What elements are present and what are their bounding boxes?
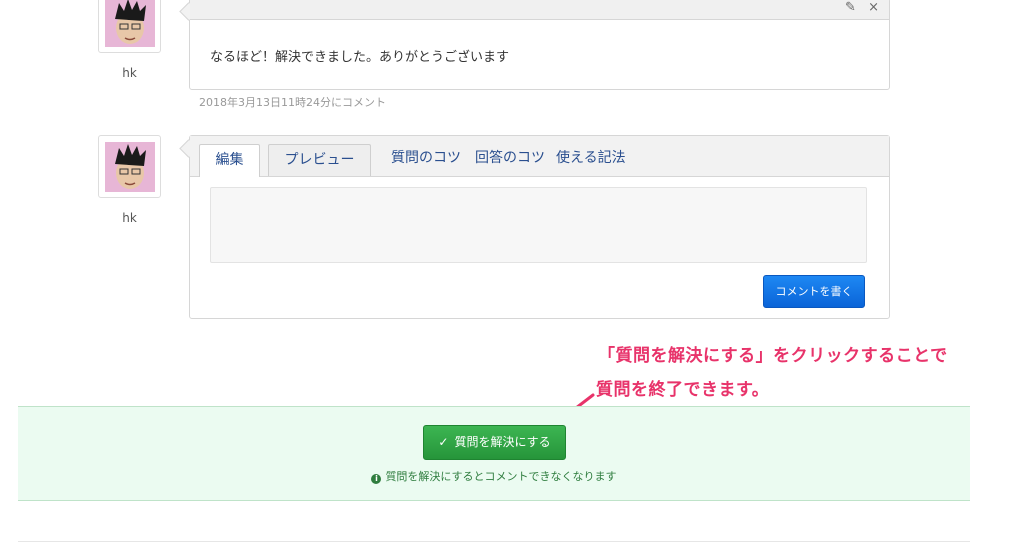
comment-timestamp: 2018年3月13日11時24分にコメント — [199, 96, 386, 109]
link-question-tips[interactable]: 質問のコツ — [391, 147, 461, 167]
composer-avatar[interactable] — [98, 135, 161, 198]
avatar-image — [105, 0, 155, 47]
avatar[interactable] — [98, 0, 161, 53]
tab-edit[interactable]: 編集 — [199, 144, 260, 177]
link-markup-help[interactable]: 使える記法 — [556, 147, 626, 167]
resolve-note: i 質問を解決にするとコメントできなくなります — [18, 468, 970, 484]
close-icon[interactable]: × — [868, 0, 879, 15]
pencil-icon[interactable]: ✎ — [845, 0, 856, 15]
resolve-panel: ✓ 質問を解決にする i 質問を解決にするとコメントできなくなります — [18, 406, 970, 501]
comment-editor[interactable] — [210, 187, 867, 263]
comment-author[interactable]: hk — [98, 66, 161, 80]
resolve-button-label: 質問を解決にする — [454, 435, 551, 449]
link-answer-tips[interactable]: 回答のコツ — [475, 147, 545, 167]
composer-tabbar: 編集 プレビュー 質問のコツ 回答のコツ 使える記法 — [190, 136, 889, 177]
comment-text: なるほど！解決できました。ありがとうございます — [210, 50, 510, 65]
resolve-question-button[interactable]: ✓ 質問を解決にする — [423, 425, 566, 460]
info-icon: i — [371, 474, 382, 484]
comment-tools: ✎ × — [837, 0, 879, 15]
comment-composer: 編集 プレビュー 質問のコツ 回答のコツ 使える記法 コメントを書く — [179, 135, 890, 319]
write-comment-button[interactable]: コメントを書く — [763, 275, 865, 308]
comment-header: ✎ × — [190, 0, 889, 20]
avatar-image — [105, 142, 155, 192]
composer-author[interactable]: hk — [98, 211, 161, 225]
annotation-line-2: 質問を終了できます。 — [596, 380, 770, 400]
check-icon: ✓ — [438, 435, 449, 449]
divider — [18, 541, 970, 542]
resolve-note-text: 質問を解決にするとコメントできなくなります — [385, 470, 617, 483]
annotation-line-1: 「質問を解決にする」をクリックすることで — [598, 346, 948, 366]
tab-preview[interactable]: プレビュー — [268, 144, 371, 176]
comment-card: ✎ × なるほど！解決できました。ありがとうございます — [179, 0, 890, 90]
